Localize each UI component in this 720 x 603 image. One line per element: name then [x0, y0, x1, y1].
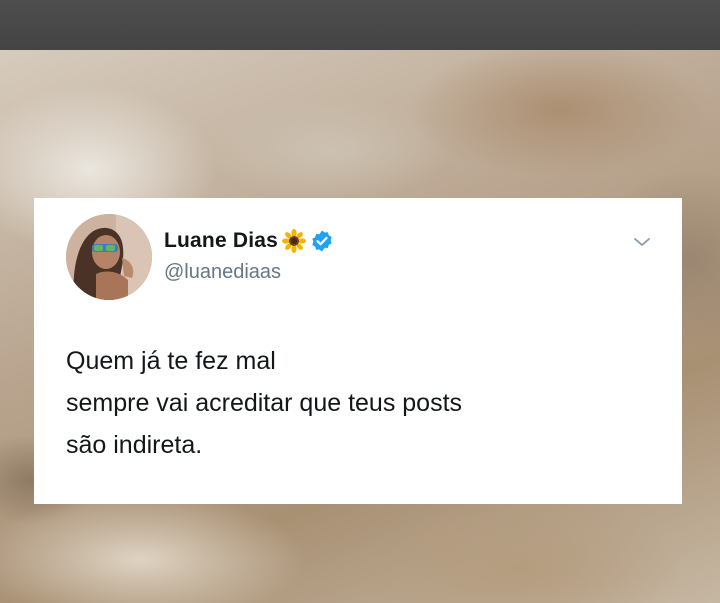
avatar[interactable] [66, 214, 152, 300]
tweet-text-line: Quem já te fez mal [66, 347, 276, 375]
display-name[interactable]: Luane Dias [164, 229, 278, 253]
story-top-bar [0, 0, 720, 50]
sunflower-icon [282, 229, 307, 253]
avatar-photo [66, 214, 152, 300]
chevron-down-icon[interactable] [631, 231, 653, 253]
display-name-row: Luane Dias [164, 228, 334, 254]
tweet-text-line: sempre vai acreditar que teus posts [66, 389, 463, 417]
username-handle[interactable]: @luanediaas [164, 261, 281, 284]
tweet-text-line: são indireta. [66, 431, 203, 459]
verified-badge-icon [310, 229, 334, 253]
tweet-text: Quem já te fez mal sempre vai acreditar … [66, 340, 666, 466]
tweet-card[interactable]: Luane Dias @luanediaas Quem já te fez ma… [34, 198, 682, 504]
